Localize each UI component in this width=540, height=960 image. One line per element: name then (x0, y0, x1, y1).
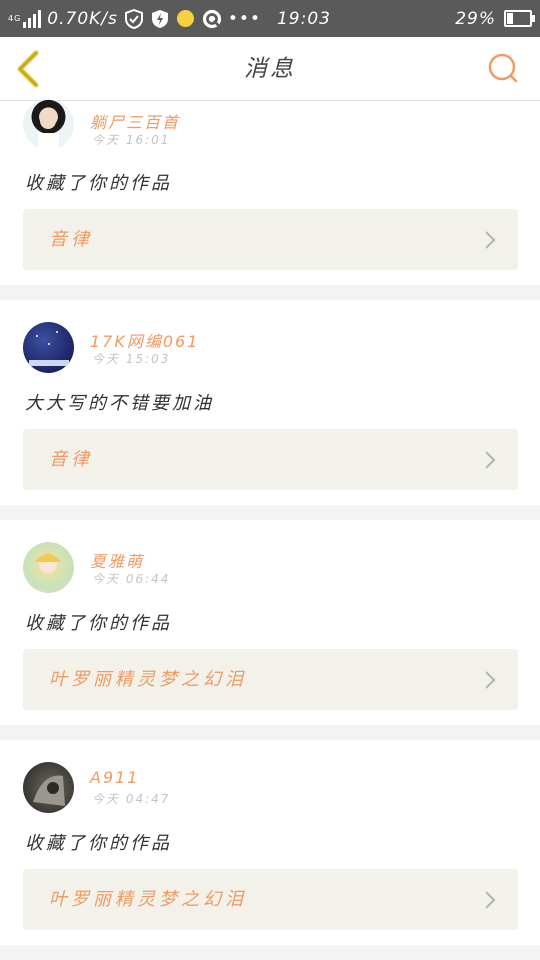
username[interactable]: 夏雅萌 (90, 548, 144, 572)
message-card: 躺尸三百首 今天 16:01 收藏了你的作品 音律 (0, 99, 540, 285)
work-link[interactable]: 叶罗丽精灵梦之幻泪 (23, 869, 518, 930)
work-title: 叶罗丽精灵梦之幻泪 (49, 889, 247, 910)
work-link[interactable]: 叶罗丽精灵梦之幻泪 (23, 649, 518, 710)
message-text: 收藏了你的作品 (25, 833, 172, 854)
chevron-right-icon (485, 671, 496, 689)
message-time: 今天 04:47 (92, 792, 171, 806)
avatar[interactable] (23, 322, 74, 373)
work-title: 音律 (49, 229, 93, 250)
chevron-right-icon (485, 231, 496, 249)
work-title: 音律 (49, 449, 93, 470)
message-text: 收藏了你的作品 (25, 613, 172, 634)
message-time: 今天 16:01 (92, 133, 171, 147)
app-q-icon (202, 9, 222, 29)
message-time: 今天 15:03 (92, 352, 171, 366)
network-type: 4G (8, 13, 22, 23)
message-text: 大大写的不错要加油 (25, 393, 214, 414)
chevron-right-icon (485, 891, 496, 909)
shield-bolt-icon (150, 9, 170, 29)
search-button[interactable] (486, 51, 520, 85)
username[interactable]: A911 (90, 768, 139, 787)
notification-dot-icon (176, 9, 196, 29)
message-list: 躺尸三百首 今天 16:01 收藏了你的作品 音律 17K网编061 今天 15… (0, 99, 540, 960)
message-card: 17K网编061 今天 15:03 大大写的不错要加油 音律 (0, 300, 540, 505)
shield-check-icon (124, 8, 144, 29)
network-speed: 0.70K/s (47, 8, 118, 29)
message-card: A911 今天 04:47 收藏了你的作品 叶罗丽精灵梦之幻泪 (0, 740, 540, 945)
signal-icon (23, 9, 42, 28)
page-title: 消息 (244, 56, 296, 82)
avatar[interactable] (23, 99, 74, 150)
username[interactable]: 躺尸三百首 (90, 109, 180, 133)
message-card: 夏雅萌 今天 06:44 收藏了你的作品 叶罗丽精灵梦之幻泪 (0, 520, 540, 725)
avatar[interactable] (23, 542, 74, 593)
battery-icon (504, 10, 535, 27)
more-dots-icon: ••• (227, 8, 261, 29)
status-time: 19:03 (276, 8, 331, 29)
message-time: 今天 06:44 (92, 572, 171, 586)
username[interactable]: 17K网编061 (90, 328, 199, 352)
search-icon (488, 53, 518, 83)
work-link[interactable]: 音律 (23, 209, 518, 270)
work-link[interactable]: 音律 (23, 429, 518, 490)
battery-percent: 29% (455, 8, 496, 29)
work-title: 叶罗丽精灵梦之幻泪 (49, 669, 247, 690)
status-bar: 4G 0.70K/s ••• 19:03 29% (0, 0, 540, 37)
chevron-right-icon (485, 451, 496, 469)
nav-bar: 消息 (0, 37, 540, 101)
message-text: 收藏了你的作品 (25, 173, 172, 194)
avatar[interactable] (23, 762, 74, 813)
